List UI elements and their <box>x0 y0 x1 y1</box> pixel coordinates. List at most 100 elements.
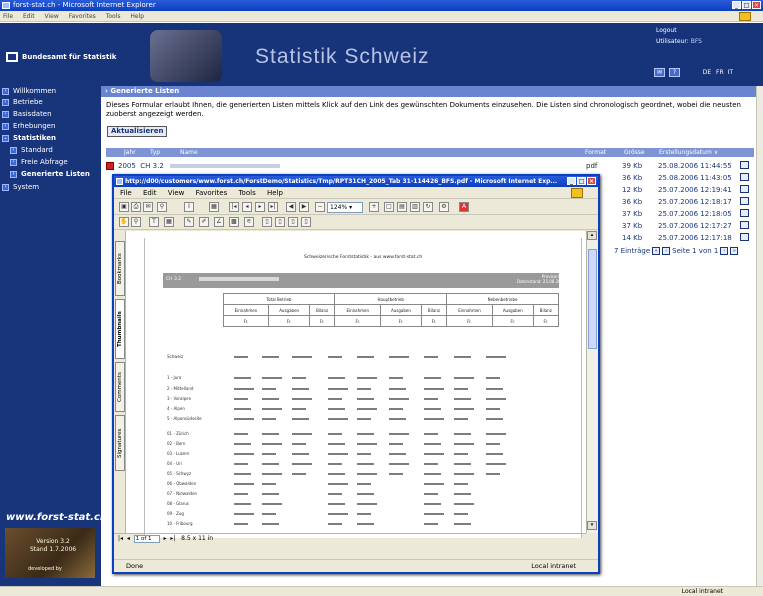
menu-help[interactable]: Help <box>130 13 144 20</box>
lang-it[interactable]: IT <box>728 69 733 76</box>
line-icon[interactable]: ∠ <box>214 217 224 227</box>
popup-menu-view[interactable]: View <box>168 189 185 197</box>
rotate-icon[interactable]: ↻ <box>423 202 433 212</box>
menu-edit[interactable]: Edit <box>23 13 35 20</box>
delete-icon[interactable] <box>740 233 749 241</box>
sidebar-item-willkommen[interactable]: › Willkommen <box>2 86 56 96</box>
select-text-icon[interactable]: I <box>184 202 194 212</box>
minimize-button[interactable]: _ <box>732 1 741 9</box>
logout-link[interactable]: Logout <box>656 25 702 36</box>
hand-tool-icon[interactable]: ✋ <box>119 217 129 227</box>
prev-page-icon[interactable]: ◂ <box>127 535 130 542</box>
delete-icon[interactable] <box>740 185 749 193</box>
pdf-scrollbar[interactable]: ▴ ▾ <box>586 231 598 533</box>
popup-menu-file[interactable]: File <box>120 189 132 197</box>
last-page-icon[interactable]: » <box>730 247 739 255</box>
zoom-input[interactable]: 124% ▾ <box>327 202 363 213</box>
menu-favorites[interactable]: Favorites <box>69 13 96 20</box>
zoom-tool-icon[interactable]: ⚲ <box>131 217 141 227</box>
last-page-icon[interactable]: ▸| <box>268 202 278 212</box>
next-page-icon[interactable]: ▸ <box>255 202 265 212</box>
back-icon[interactable]: ◀ <box>286 202 296 212</box>
search-icon[interactable]: ⚲ <box>157 202 167 212</box>
popup-menu-favorites[interactable]: Favorites <box>196 189 228 197</box>
forward-icon[interactable]: ▶ <box>299 202 309 212</box>
row-name-link[interactable] <box>169 164 280 168</box>
popup-menu-tools[interactable]: Tools <box>238 189 255 197</box>
tab-comments[interactable]: Comments <box>115 362 125 412</box>
tools-icon[interactable]: ⚙ <box>439 202 449 212</box>
col-groesse[interactable]: Grösse <box>624 148 645 157</box>
sidebar-item-betriebe[interactable]: › Betriebe <box>2 97 43 107</box>
page-icon-2[interactable]: ▯ <box>275 217 285 227</box>
col-typ[interactable]: Typ <box>150 148 160 157</box>
email-icon[interactable]: ✉ <box>143 202 153 212</box>
refresh-button[interactable]: Aktualisieren <box>107 126 168 137</box>
first-page-icon[interactable]: « <box>652 247 661 255</box>
popup-menu-help[interactable]: Help <box>267 189 283 197</box>
tab-signatures[interactable]: Signatures <box>115 415 125 471</box>
delete-icon[interactable] <box>740 161 749 169</box>
actual-size-icon[interactable]: □ <box>384 202 394 212</box>
table-select-icon[interactable]: ▦ <box>164 217 174 227</box>
sidebar-item-freie-abfrage[interactable]: › Freie Abfrage <box>10 157 68 167</box>
next-page-icon[interactable]: ▸ <box>164 535 167 542</box>
mail-icon[interactable]: ✉ <box>654 68 665 77</box>
delete-icon[interactable] <box>740 221 749 229</box>
delete-icon[interactable] <box>740 173 749 181</box>
page-scrollbar[interactable] <box>756 86 763 586</box>
page-icon-4[interactable]: ▯ <box>301 217 311 227</box>
close-button[interactable]: × <box>752 1 761 9</box>
popup-menu-edit[interactable]: Edit <box>143 189 157 197</box>
tab-bookmarks[interactable]: Bookmarks <box>115 241 125 296</box>
sidebar-item-statistiken[interactable]: ⌄ Statistiken <box>2 133 56 143</box>
first-page-icon[interactable]: |◂ <box>118 535 123 542</box>
scroll-thumb[interactable] <box>588 249 597 349</box>
sidebar-item-basisdaten[interactable]: › Basisdaten <box>2 109 52 119</box>
menu-tools[interactable]: Tools <box>106 13 121 20</box>
fit-width-icon[interactable]: ▥ <box>410 202 420 212</box>
stamp-icon[interactable]: ▩ <box>229 217 239 227</box>
prev-page-icon[interactable]: ◂ <box>242 202 252 212</box>
page-icon-1[interactable]: ▯ <box>262 217 272 227</box>
page-number-input[interactable]: 1 of 1 <box>133 535 160 543</box>
lang-fr[interactable]: FR <box>716 69 724 76</box>
next-page-icon[interactable]: › <box>720 247 729 255</box>
first-page-icon[interactable]: |◂ <box>229 202 239 212</box>
maximize-button[interactable]: □ <box>742 1 751 9</box>
lang-de[interactable]: DE <box>702 69 712 76</box>
scroll-down-icon[interactable]: ▾ <box>587 521 597 530</box>
save-icon[interactable]: ▣ <box>119 202 129 212</box>
prev-page-icon[interactable]: ‹ <box>662 247 671 255</box>
snapshot-icon[interactable]: ▦ <box>209 202 219 212</box>
menu-view[interactable]: View <box>45 13 59 20</box>
sidebar-item-erhebungen[interactable]: › Erhebungen <box>2 121 55 131</box>
menu-file[interactable]: File <box>3 13 13 20</box>
draw-icon[interactable]: ⚟ <box>244 217 254 227</box>
popup-maximize-button[interactable]: □ <box>577 177 586 185</box>
col-name[interactable]: Name <box>180 148 198 157</box>
page-icon-3[interactable]: ▯ <box>288 217 298 227</box>
popup-close-button[interactable]: × <box>587 177 596 185</box>
sidebar-item-generierte-listen[interactable]: › Generierte Listen <box>10 169 90 179</box>
col-format[interactable]: Format <box>585 148 606 157</box>
adobe-icon[interactable]: A <box>459 202 469 212</box>
help-icon[interactable]: ? <box>669 68 680 77</box>
brand[interactable]: Bundesamt für Statistik <box>6 52 116 62</box>
table-row[interactable]: 2005 CH 3.2 <box>106 162 280 170</box>
fit-page-icon[interactable]: ▤ <box>397 202 407 212</box>
text-select-icon[interactable]: T <box>149 217 159 227</box>
last-page-icon[interactable]: ▸| <box>170 535 175 542</box>
tab-thumbnails[interactable]: Thumbnails <box>115 299 125 359</box>
popup-minimize-button[interactable]: _ <box>567 177 576 185</box>
zoom-in-icon[interactable]: + <box>369 202 379 212</box>
pencil-icon[interactable]: ✐ <box>199 217 209 227</box>
delete-icon[interactable] <box>740 209 749 217</box>
zoom-out-icon[interactable]: − <box>315 202 325 212</box>
col-erstellungsdatum[interactable]: Erstellungsdatum ∨ <box>659 148 718 157</box>
scroll-up-icon[interactable]: ▴ <box>587 231 597 240</box>
col-jahr[interactable]: Jahr <box>124 148 136 157</box>
sidebar-item-system[interactable]: › System <box>2 182 39 192</box>
delete-icon[interactable] <box>740 197 749 205</box>
print-icon[interactable]: ⎙ <box>131 202 141 212</box>
